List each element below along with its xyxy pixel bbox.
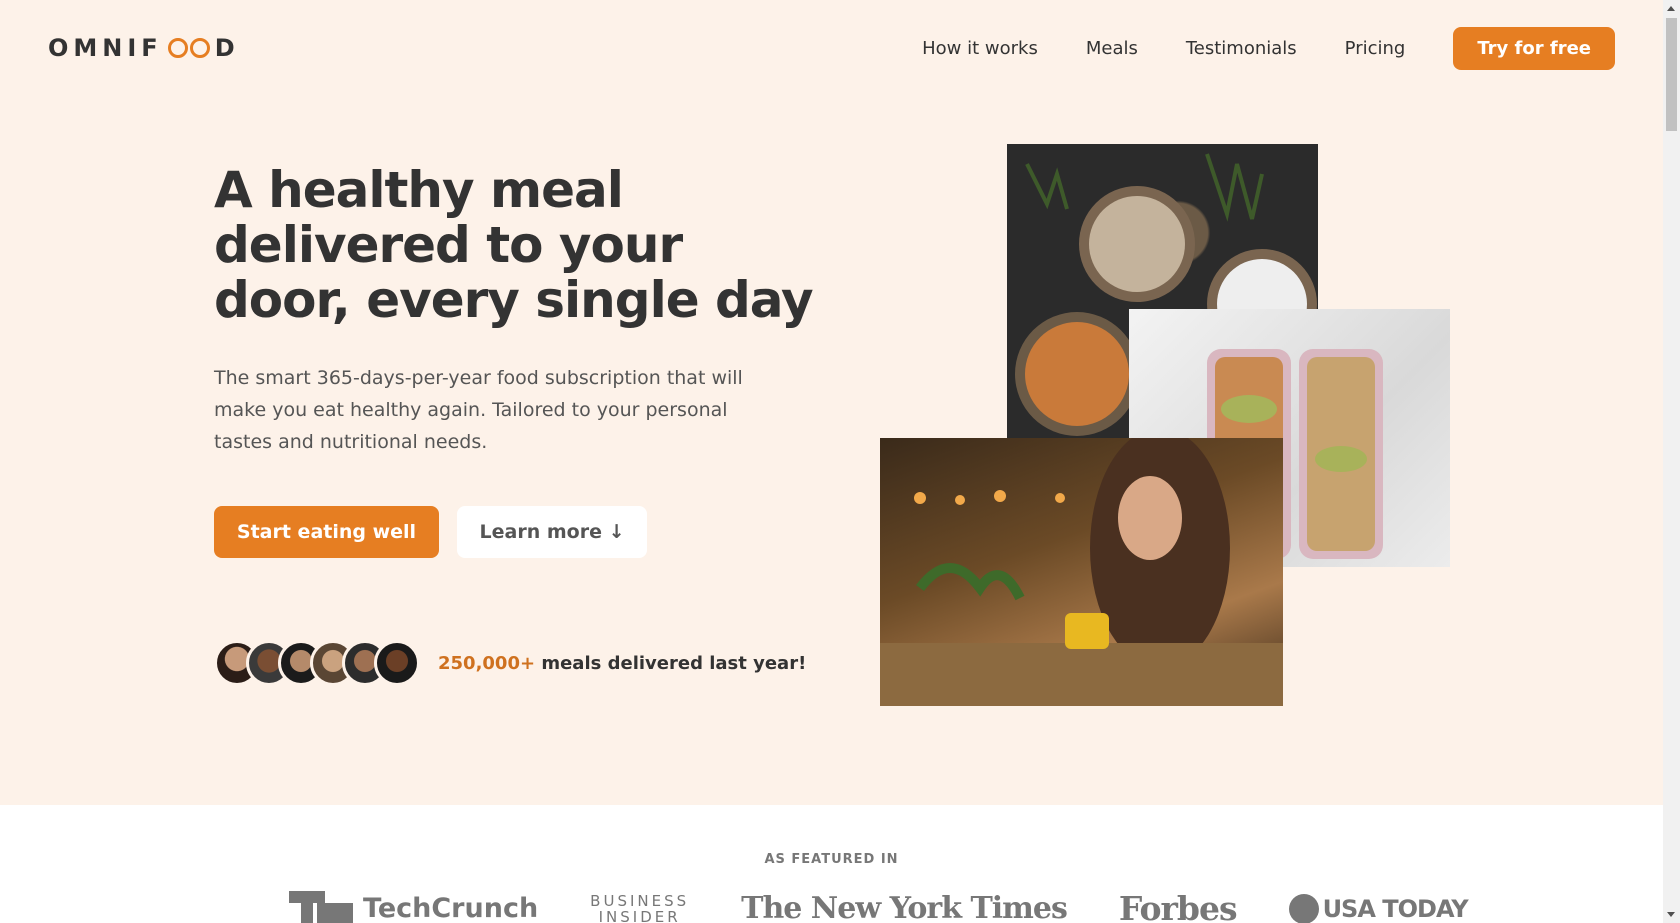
- infinity-logo-icon: [167, 37, 211, 59]
- nav-link-testimonials[interactable]: Testimonials: [1186, 38, 1297, 59]
- nav-link-meals[interactable]: Meals: [1086, 38, 1138, 59]
- usa-today-logo: USA TODAY: [1288, 893, 1469, 923]
- techcrunch-logo: TechCrunch: [289, 890, 539, 923]
- avatar: [374, 640, 420, 686]
- logo-text-right: D: [214, 34, 240, 62]
- business-insider-line-1: BUSINESS: [590, 891, 690, 910]
- delivered-meals: 250,000+ meals delivered last year!: [214, 640, 806, 686]
- delivered-text: 250,000+ meals delivered last year!: [438, 653, 806, 674]
- customer-avatars: [214, 640, 420, 686]
- hero-description: The smart 365-days-per-year food subscri…: [214, 367, 743, 453]
- hero-title: A healthy meal delivered to your door, e…: [214, 161, 814, 329]
- nyt-logo: The New York Times: [741, 891, 1068, 923]
- usa-today-text: USA TODAY: [1322, 894, 1469, 923]
- nav-link-pricing[interactable]: Pricing: [1345, 38, 1406, 59]
- learn-more-button[interactable]: Learn more ↓: [457, 506, 647, 558]
- start-eating-well-button[interactable]: Start eating well: [214, 506, 439, 558]
- business-insider-logo: BUSINESS INSIDER: [590, 893, 689, 923]
- techcrunch-text: TechCrunch: [363, 893, 539, 923]
- nav-link-how-it-works[interactable]: How it works: [922, 38, 1038, 59]
- techcrunch-icon: [289, 890, 353, 923]
- delivered-count: 250,000+: [438, 652, 536, 674]
- forbes-logo: Forbes: [1118, 889, 1238, 923]
- scroll-up-arrow-icon[interactable]: [1667, 6, 1675, 11]
- main-nav: How it works Meals Testimonials Pricing …: [922, 26, 1615, 70]
- omnifood-logo[interactable]: OMNIF D: [48, 34, 240, 62]
- featured-logos: TechCrunch BUSINESS INSIDER The New York…: [289, 889, 1469, 923]
- scroll-down-arrow-icon[interactable]: [1667, 912, 1675, 917]
- logo-text-left: OMNIF: [48, 34, 163, 62]
- featured-label: AS FEATURED IN: [764, 852, 899, 867]
- hero-image-woman-eating: [880, 438, 1283, 706]
- featured-in-section: AS FEATURED IN TechCrunch BUSINESS INSID…: [0, 805, 1663, 923]
- vertical-scrollbar[interactable]: [1663, 0, 1680, 923]
- usa-today-dot-icon: [1288, 893, 1319, 923]
- business-insider-line-2: INSIDER: [598, 907, 681, 923]
- try-for-free-button[interactable]: Try for free: [1453, 26, 1615, 70]
- delivered-label: meals delivered last year!: [535, 652, 807, 674]
- site-header: OMNIF D How it works Meals Testimonials …: [0, 0, 1663, 96]
- scroll-thumb[interactable]: [1666, 18, 1677, 131]
